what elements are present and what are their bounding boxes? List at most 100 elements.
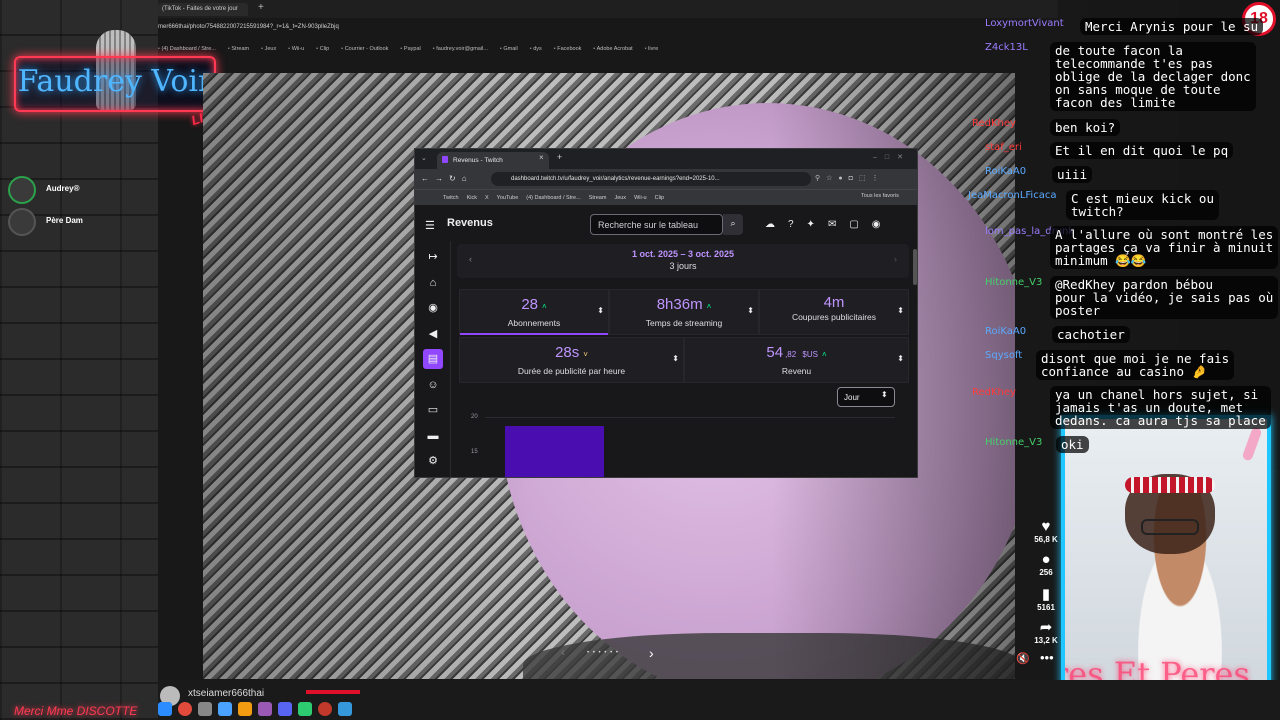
address-bar[interactable]: mer666thai/photo/7548822007215591984?_r=… bbox=[158, 24, 858, 30]
chat-message: de toute facon la telecommande t'es pas … bbox=[1050, 42, 1256, 111]
home-icon[interactable]: ⌂ bbox=[423, 273, 443, 293]
chat-username[interactable]: Sqysoft bbox=[985, 350, 1022, 361]
tab-list-icon[interactable]: ⌄ bbox=[421, 154, 427, 162]
bookmark[interactable]: faudrey.voir@gmail... bbox=[433, 46, 488, 52]
bookmark[interactable]: Twitch bbox=[443, 195, 459, 201]
new-tab-button[interactable]: + bbox=[258, 2, 264, 13]
vlc-icon[interactable] bbox=[238, 702, 252, 716]
app-icon[interactable] bbox=[298, 702, 312, 716]
chat-username[interactable]: Hitonne_V3 bbox=[985, 277, 1042, 288]
scrollbar[interactable] bbox=[913, 249, 917, 285]
date-range-picker[interactable]: ‹ 1 oct. 2025 – 3 oct. 2025 3 jours › bbox=[457, 244, 909, 278]
bookmark[interactable]: Courrier - Outlook bbox=[341, 46, 389, 52]
bookmark[interactable]: livre bbox=[645, 46, 658, 52]
twitch-favicon-icon bbox=[442, 156, 448, 163]
bookmark[interactable]: Stream bbox=[589, 195, 607, 201]
share-icon: ➦ bbox=[1039, 619, 1053, 636]
chrome-icon[interactable] bbox=[178, 702, 192, 716]
comment-button[interactable]: ● 256 bbox=[1032, 551, 1060, 577]
stat-duree-pub[interactable]: 28s ˅ Durée de publicité par heure ⬍ bbox=[459, 337, 684, 383]
inner-tab[interactable]: Revenus - Twitch bbox=[437, 152, 549, 169]
share-button[interactable]: ➦ 13,2 K bbox=[1032, 618, 1060, 645]
bookmark[interactable]: Stream bbox=[228, 46, 249, 52]
share-count: 13,2 K bbox=[1034, 636, 1058, 645]
headband bbox=[1125, 477, 1215, 493]
bookmark[interactable]: Wii-u bbox=[288, 46, 305, 52]
chat-username[interactable]: Hitonne_V3 bbox=[985, 437, 1042, 448]
monetization-icon[interactable]: ▬ bbox=[423, 426, 443, 446]
chat-message: Merci Arynis pour le su bbox=[1080, 18, 1264, 35]
bookmark[interactable]: Wii-u bbox=[634, 195, 647, 201]
settings-icon[interactable] bbox=[198, 702, 212, 716]
stat-temps-streaming[interactable]: 8h36m ˄ Temps de streaming ⬍ bbox=[609, 289, 759, 335]
chart-bar[interactable] bbox=[505, 426, 604, 477]
bookmark[interactable]: YouTube bbox=[497, 195, 519, 201]
chat-username[interactable]: Z4ck13L bbox=[985, 42, 1028, 53]
bookmark[interactable]: Facebook bbox=[554, 46, 581, 52]
stat-revenu[interactable]: 54,82 $US ˄ Revenu ⬍ bbox=[684, 337, 909, 383]
chat-username[interactable]: RedKhey bbox=[972, 118, 1016, 129]
chat-username[interactable]: RoiKaA0 bbox=[985, 166, 1026, 177]
analytics-icon[interactable]: ▤ bbox=[423, 349, 443, 369]
chat-message: Et il en dit quoi le pq bbox=[1050, 142, 1234, 159]
chat-username[interactable]: RedKhey bbox=[972, 387, 1016, 398]
bookmark[interactable]: (4) Dashboard / Stre... bbox=[526, 195, 580, 201]
carousel-prev-icon[interactable]: ‹ bbox=[561, 645, 565, 659]
header-icons[interactable]: ☁?✦✉▢◉ bbox=[765, 219, 894, 230]
day-count: 3 jours bbox=[669, 261, 697, 271]
bookmark[interactable]: Clip bbox=[655, 195, 664, 201]
bookmark[interactable]: Kick bbox=[467, 195, 477, 201]
chat-username[interactable]: JeaMacronLFicaca bbox=[968, 190, 1056, 201]
chat-username[interactable]: RoiKaA0 bbox=[985, 326, 1026, 337]
bookmark[interactable]: Jeux bbox=[614, 195, 626, 201]
bookmark[interactable]: Paypal bbox=[400, 46, 421, 52]
app-icon[interactable] bbox=[158, 702, 172, 716]
nav-buttons-icon[interactable]: ←→↻⌂ bbox=[421, 174, 473, 183]
close-tab-icon[interactable]: × bbox=[539, 153, 544, 162]
inner-address-bar[interactable]: dashboard.twitch.tv/u/faudrey_voir/analy… bbox=[491, 172, 811, 186]
menu-icon[interactable]: ☰ bbox=[425, 219, 435, 232]
window-controls[interactable]: –□✕ bbox=[873, 153, 911, 161]
community-icon[interactable]: ☺ bbox=[423, 375, 443, 395]
stat-abonnements[interactable]: 28 ˄ Abonnements ⬍ bbox=[459, 289, 609, 335]
webcam-frame: res Et Peres bbox=[1061, 415, 1271, 705]
app-icon[interactable] bbox=[258, 702, 272, 716]
chat-username[interactable]: LoxymortVivant bbox=[985, 18, 1064, 29]
more-icon[interactable]: ••• bbox=[1040, 650, 1054, 665]
chat-username[interactable]: staf_eri bbox=[985, 142, 1022, 153]
follow-button[interactable] bbox=[306, 690, 360, 694]
search-input[interactable]: Recherche sur le tableau bbox=[590, 214, 723, 235]
viewer-item: Audrey® bbox=[8, 176, 158, 204]
new-tab-icon[interactable]: + bbox=[557, 152, 562, 162]
steam-icon[interactable] bbox=[338, 702, 352, 716]
like-button[interactable]: ♥ 56,8 K bbox=[1032, 518, 1060, 544]
promote-icon[interactable]: ◀ bbox=[423, 324, 443, 344]
chevron-updown-icon: ⬍ bbox=[881, 390, 888, 399]
stat-coupures[interactable]: 4m Coupures publicitaires ⬍ bbox=[759, 289, 909, 335]
obs-icon[interactable] bbox=[318, 702, 332, 716]
browser-tab[interactable]: (TikTok - Faites de votre jour bbox=[158, 3, 248, 16]
search-icon[interactable]: ⌕ bbox=[723, 214, 743, 235]
all-bookmarks[interactable]: Tous les favoris bbox=[861, 193, 899, 199]
discord-icon[interactable] bbox=[278, 702, 292, 716]
mute-icon[interactable]: 🔇 bbox=[1016, 652, 1030, 665]
bookmark[interactable]: Gmail bbox=[500, 46, 517, 52]
extensions-icon[interactable]: ⚲☆●◘⬚⋮ bbox=[815, 174, 884, 182]
bookmark[interactable]: (4) Dashboard / Stre... bbox=[158, 46, 215, 52]
bookmark[interactable]: dys bbox=[530, 46, 542, 52]
bookmark[interactable]: Jeux bbox=[261, 46, 277, 52]
bookmark[interactable]: X bbox=[485, 195, 489, 201]
save-button[interactable]: ▮ 5161 bbox=[1032, 585, 1060, 612]
carousel-next-icon[interactable]: › bbox=[649, 645, 654, 661]
bookmark[interactable]: Clip bbox=[316, 46, 329, 52]
next-period-icon[interactable]: › bbox=[894, 254, 897, 264]
app-icon[interactable] bbox=[218, 702, 232, 716]
stream-icon[interactable]: ◉ bbox=[423, 298, 443, 318]
chart-tick: 20 bbox=[471, 414, 478, 420]
bookmark[interactable]: Adobe Acrobat bbox=[593, 46, 633, 52]
stat-value: 4m bbox=[823, 294, 845, 311]
content-icon[interactable]: ▭ bbox=[423, 400, 443, 420]
chat-message: uiii bbox=[1052, 166, 1093, 183]
settings-icon[interactable]: ⚙ bbox=[423, 451, 443, 471]
collapse-icon[interactable]: ↦ bbox=[423, 247, 443, 267]
